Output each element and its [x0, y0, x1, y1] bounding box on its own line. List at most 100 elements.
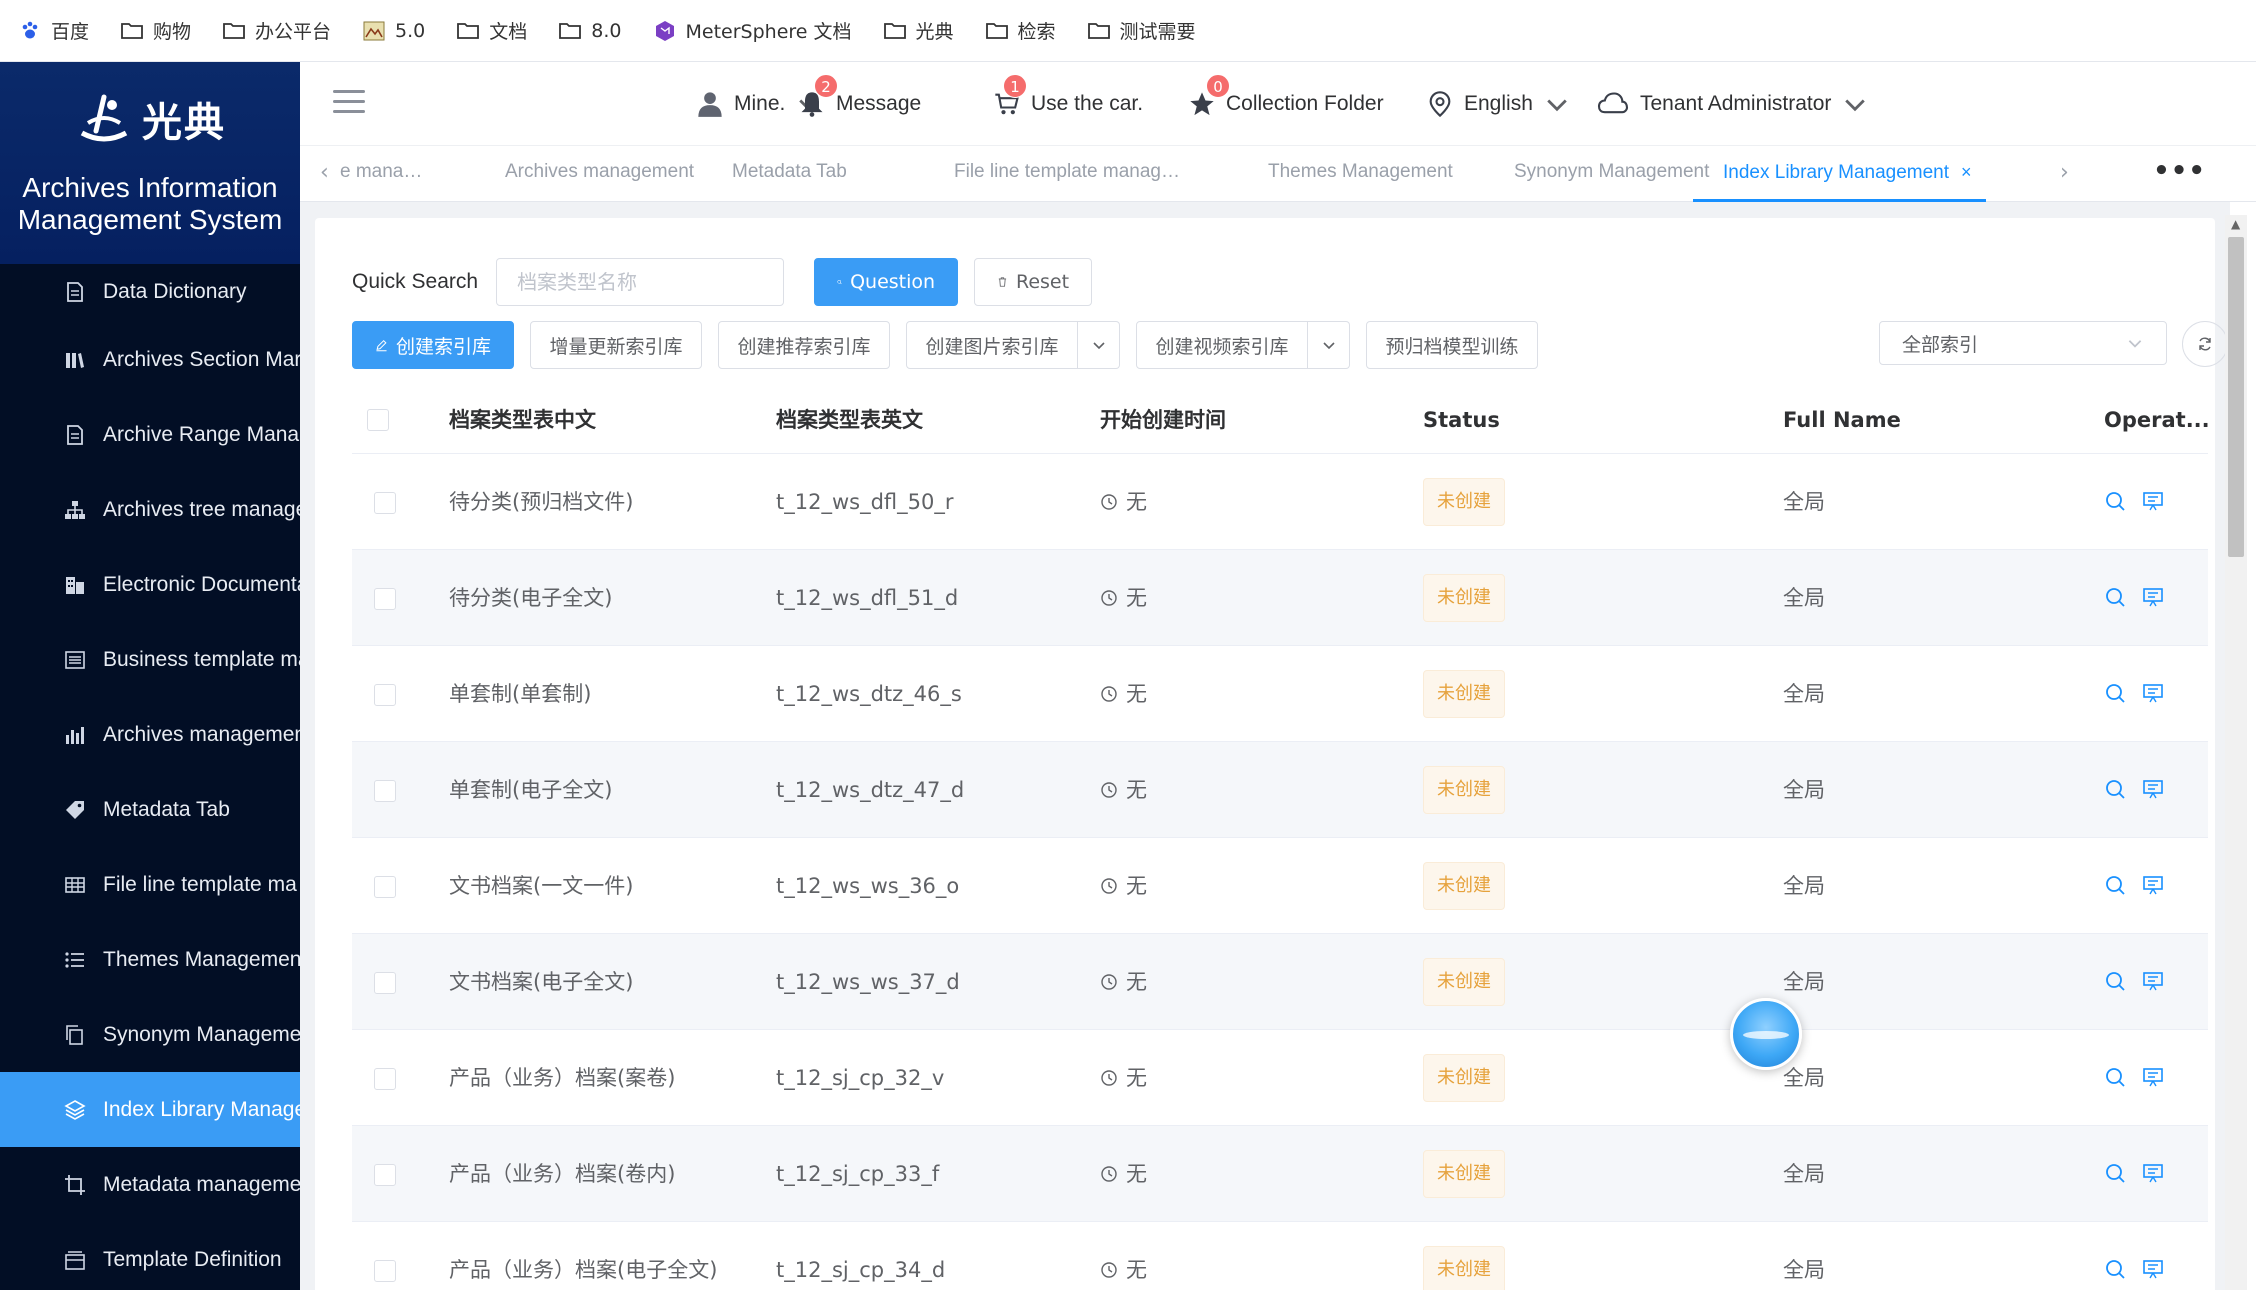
sidebar-item-template-definition[interactable]: Template Definition: [0, 1222, 300, 1290]
message-button[interactable]: Message: [798, 62, 921, 146]
table-row[interactable]: 文书档案(电子全文) t_12_ws_ws_37_d 无 未创建 全局: [352, 934, 2208, 1030]
column-header[interactable]: Status: [1423, 386, 1500, 454]
more-tabs-icon[interactable]: •••: [2153, 156, 2206, 186]
create-recommend-index-button[interactable]: 创建推荐索引库: [718, 321, 890, 369]
tab-archives-management[interactable]: Archives management: [505, 146, 694, 202]
table-row[interactable]: 单套制(电子全文) t_12_ws_dtz_47_d 无 未创建 全局: [352, 742, 2208, 838]
tab-synonym-management[interactable]: Synonym Management: [1514, 146, 1709, 202]
search-icon[interactable]: [2104, 1162, 2126, 1184]
sidebar-item-archive-range-mana[interactable]: Archive Range Mana: [0, 397, 300, 472]
sidebar-item-archives-section-mar[interactable]: Archives Section Mar: [0, 322, 300, 397]
create-video-index-button[interactable]: 创建视频索引库: [1136, 321, 1308, 369]
incremental-update-button[interactable]: 增量更新索引库: [530, 321, 702, 369]
query-button[interactable]: Question: [814, 258, 959, 306]
sidebar-item-metadata-manageme[interactable]: Metadata manageme: [0, 1147, 300, 1222]
page-scrollbar[interactable]: ▲: [2225, 215, 2247, 1290]
tab-metadata-tab[interactable]: Metadata Tab: [732, 146, 847, 202]
search-icon[interactable]: [2104, 1258, 2126, 1280]
presentation-icon[interactable]: [2142, 1162, 2164, 1184]
search-icon[interactable]: [2104, 682, 2126, 704]
row-checkbox[interactable]: [374, 1164, 396, 1186]
sidebar-item-data-dictionary[interactable]: Data Dictionary: [0, 262, 300, 322]
bookmark-item[interactable]: 文档: [456, 17, 527, 44]
sidebar-item-synonym-manageme[interactable]: Synonym Manageme: [0, 997, 300, 1072]
sidebar-item-electronic-documenta[interactable]: Electronic Documenta: [0, 547, 300, 622]
bookmark-item[interactable]: 办公平台: [222, 17, 331, 44]
row-checkbox[interactable]: [374, 1068, 396, 1090]
bookmark-item[interactable]: 购物: [120, 17, 191, 44]
search-icon[interactable]: [2104, 490, 2126, 512]
close-icon[interactable]: ×: [1961, 162, 1972, 182]
row-checkbox[interactable]: [374, 780, 396, 802]
bookmark-item[interactable]: 检索: [985, 17, 1056, 44]
table-row[interactable]: 文书档案(一文一件) t_12_ws_ws_36_o 无 未创建 全局: [352, 838, 2208, 934]
bookmark-item[interactable]: 8.0: [558, 19, 622, 43]
sidebar-item-themes-managemen[interactable]: Themes Managemen: [0, 922, 300, 997]
row-checkbox[interactable]: [374, 588, 396, 610]
floating-assistant-button[interactable]: [1730, 998, 1802, 1070]
table-row[interactable]: 单套制(单套制) t_12_ws_dtz_46_s 无 未创建 全局: [352, 646, 2208, 742]
presentation-icon[interactable]: [2142, 1066, 2164, 1088]
table-row[interactable]: 产品（业务）档案(电子全文) t_12_sj_cp_34_d 无 未创建 全局: [352, 1222, 2208, 1290]
table-row[interactable]: 产品（业务）档案(案卷) t_12_sj_cp_32_v 无 未创建 全局: [352, 1030, 2208, 1126]
table-row[interactable]: 产品（业务）档案(卷内) t_12_sj_cp_33_f 无 未创建 全局: [352, 1126, 2208, 1222]
presentation-icon[interactable]: [2142, 970, 2164, 992]
create-index-button[interactable]: 创建索引库: [352, 321, 514, 369]
index-scope-select[interactable]: 全部索引: [1879, 321, 2167, 365]
bookmark-item[interactable]: 百度: [18, 17, 89, 44]
row-checkbox[interactable]: [374, 684, 396, 706]
presentation-icon[interactable]: [2142, 586, 2164, 608]
table-row[interactable]: 待分类(电子全文) t_12_ws_dfl_51_d 无 未创建 全局: [352, 550, 2208, 646]
column-header[interactable]: Full Name: [1783, 386, 1901, 454]
scroll-up-icon[interactable]: ▲: [2231, 217, 2240, 231]
row-checkbox[interactable]: [374, 492, 396, 514]
sidebar-item-archives-tree-manage[interactable]: Archives tree manage: [0, 472, 300, 547]
status-badge: 未创建: [1423, 958, 1505, 1006]
search-icon[interactable]: [2104, 586, 2126, 608]
tenant-select[interactable]: Tenant Administrator: [1596, 62, 1869, 146]
image-index-dropdown-icon[interactable]: [1078, 321, 1120, 369]
bookmark-item[interactable]: MeterSphere 文档: [653, 17, 852, 44]
sidebar-item-archives-managemen[interactable]: Archives managemen: [0, 697, 300, 772]
select-all-checkbox[interactable]: [367, 409, 389, 431]
language-select[interactable]: English: [1426, 62, 1571, 146]
tab-e-mana[interactable]: e mana…: [340, 146, 422, 202]
presentation-icon[interactable]: [2142, 682, 2164, 704]
presentation-icon[interactable]: [2142, 490, 2164, 512]
presentation-icon[interactable]: [2142, 778, 2164, 800]
sidebar-item-metadata-tab[interactable]: Metadata Tab: [0, 772, 300, 847]
scrollbar-thumb[interactable]: [2228, 237, 2244, 557]
video-index-dropdown-icon[interactable]: [1308, 321, 1350, 369]
sidebar-item-file-line-template-ma[interactable]: File line template ma: [0, 847, 300, 922]
sidebar-item-index-library-manage[interactable]: Index Library Manage: [0, 1072, 300, 1147]
bookmark-item[interactable]: 测试需要: [1087, 17, 1196, 44]
presentation-icon[interactable]: [2142, 1258, 2164, 1280]
tab-file-line-template-manag[interactable]: File line template manag…: [954, 146, 1180, 202]
tab-scroll-left-icon[interactable]: ‹: [320, 160, 329, 185]
search-icon[interactable]: [2104, 874, 2126, 896]
column-header[interactable]: Operat...: [2104, 386, 2210, 454]
tab-index-library-management[interactable]: Index Library Management ×: [1693, 146, 1986, 202]
table-row[interactable]: 待分类(预归档文件) t_12_ws_dfl_50_r 无 未创建 全局: [352, 454, 2208, 550]
row-checkbox[interactable]: [374, 876, 396, 898]
refresh-button[interactable]: [2182, 321, 2228, 367]
bookmark-item[interactable]: 光典: [883, 17, 954, 44]
create-image-index-button[interactable]: 创建图片索引库: [906, 321, 1078, 369]
row-checkbox[interactable]: [374, 1260, 396, 1282]
sidebar-item-business-template-ma[interactable]: Business template ma: [0, 622, 300, 697]
tab-scroll-right-icon[interactable]: ›: [2060, 160, 2069, 185]
search-icon[interactable]: [2104, 1066, 2126, 1088]
bookmark-item[interactable]: 5.0: [362, 19, 425, 43]
search-input[interactable]: [496, 258, 785, 306]
search-icon[interactable]: [2104, 778, 2126, 800]
presentation-icon[interactable]: [2142, 874, 2164, 896]
row-checkbox[interactable]: [374, 972, 396, 994]
column-header[interactable]: 档案类型表中文: [449, 386, 596, 454]
search-icon[interactable]: [2104, 970, 2126, 992]
menu-toggle-icon[interactable]: [333, 90, 365, 116]
reset-button[interactable]: Reset: [974, 258, 1093, 306]
column-header[interactable]: 开始创建时间: [1100, 386, 1226, 454]
tab-themes-management[interactable]: Themes Management: [1268, 146, 1453, 202]
column-header[interactable]: 档案类型表英文: [776, 386, 923, 454]
pre-archive-training-button[interactable]: 预归档模型训练: [1366, 321, 1538, 369]
